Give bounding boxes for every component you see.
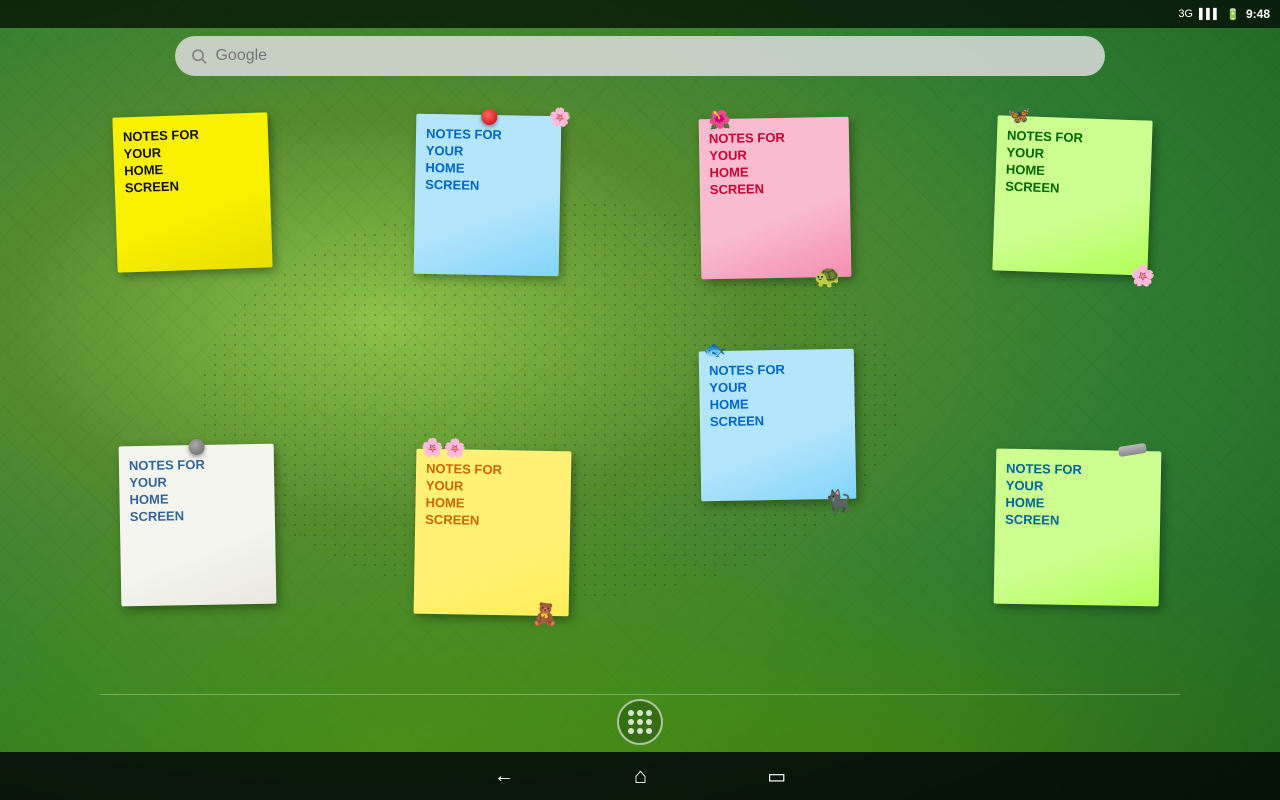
dot: [628, 719, 634, 725]
status-bar: 3G ▌▌▌ 🔋 9:48: [0, 0, 1280, 28]
bottom-nav-bar: ← ⌂ ▭: [0, 752, 1280, 800]
dot: [628, 710, 634, 716]
dot: [628, 728, 634, 734]
dot: [637, 728, 643, 734]
flowers-sticker: 🌸🌸: [421, 437, 466, 461]
flower-sticker: 🌸: [549, 106, 572, 130]
hibiscus-sticker: 🌺: [708, 109, 731, 133]
sticky-note-1[interactable]: NOTES FOR YOUR HOME SCREEN: [112, 112, 272, 272]
search-input[interactable]: [215, 47, 1090, 65]
sticky-note-4[interactable]: 🦋 NOTES FOR YOUR HOME SCREEN 🌸: [992, 115, 1152, 275]
sticky-note-3[interactable]: 🌺 NOTES FOR YOUR HOME SCREEN 🐢: [699, 117, 852, 280]
pin-gray: [188, 439, 204, 455]
dot: [637, 710, 643, 716]
dot: [637, 719, 643, 725]
dots-grid: [628, 710, 652, 734]
sticky-note-8[interactable]: NOTES FOR YOUR HOME SCREEN: [994, 449, 1162, 607]
back-button[interactable]: ←: [494, 765, 514, 788]
pin-red: [481, 109, 497, 125]
butterfly-sticker: 🦋: [1007, 104, 1030, 128]
sticky-note-7[interactable]: 🐟 NOTES FOR YOUR HOME SCREEN 🐈‍⬛: [699, 349, 857, 502]
status-icons: 3G ▌▌▌ 🔋 9:48: [1178, 7, 1270, 21]
app-drawer-button[interactable]: [617, 699, 663, 745]
clock: 9:48: [1246, 7, 1270, 21]
bear-sticker: 🧸: [531, 601, 559, 630]
dot: [646, 710, 652, 716]
fish-sticker: 🐟: [703, 339, 726, 363]
wifi-bars: ▌▌▌: [1199, 9, 1220, 20]
dot: [646, 728, 652, 734]
turtle-sticker: 🐢: [814, 263, 842, 292]
dot: [646, 719, 652, 725]
search-bar[interactable]: [175, 36, 1105, 76]
signal-icon: 3G: [1178, 8, 1193, 20]
divider: [100, 694, 1180, 695]
search-icon: [190, 47, 207, 65]
recents-button[interactable]: ▭: [767, 764, 786, 789]
battery-icon: 🔋: [1226, 8, 1240, 21]
sticky-note-2[interactable]: NOTES FOR YOUR HOME SCREEN 🌸: [414, 114, 562, 277]
sticky-note-5[interactable]: NOTES FOR YOUR HOME SCREEN: [119, 444, 277, 607]
sticky-note-6[interactable]: 🌸🌸 NOTES FOR YOUR HOME SCREEN 🧸: [414, 449, 572, 617]
flower2-sticker: 🌸: [1130, 263, 1156, 290]
home-button[interactable]: ⌂: [634, 763, 647, 789]
cat-sticker: 🐈‍⬛: [824, 488, 852, 517]
